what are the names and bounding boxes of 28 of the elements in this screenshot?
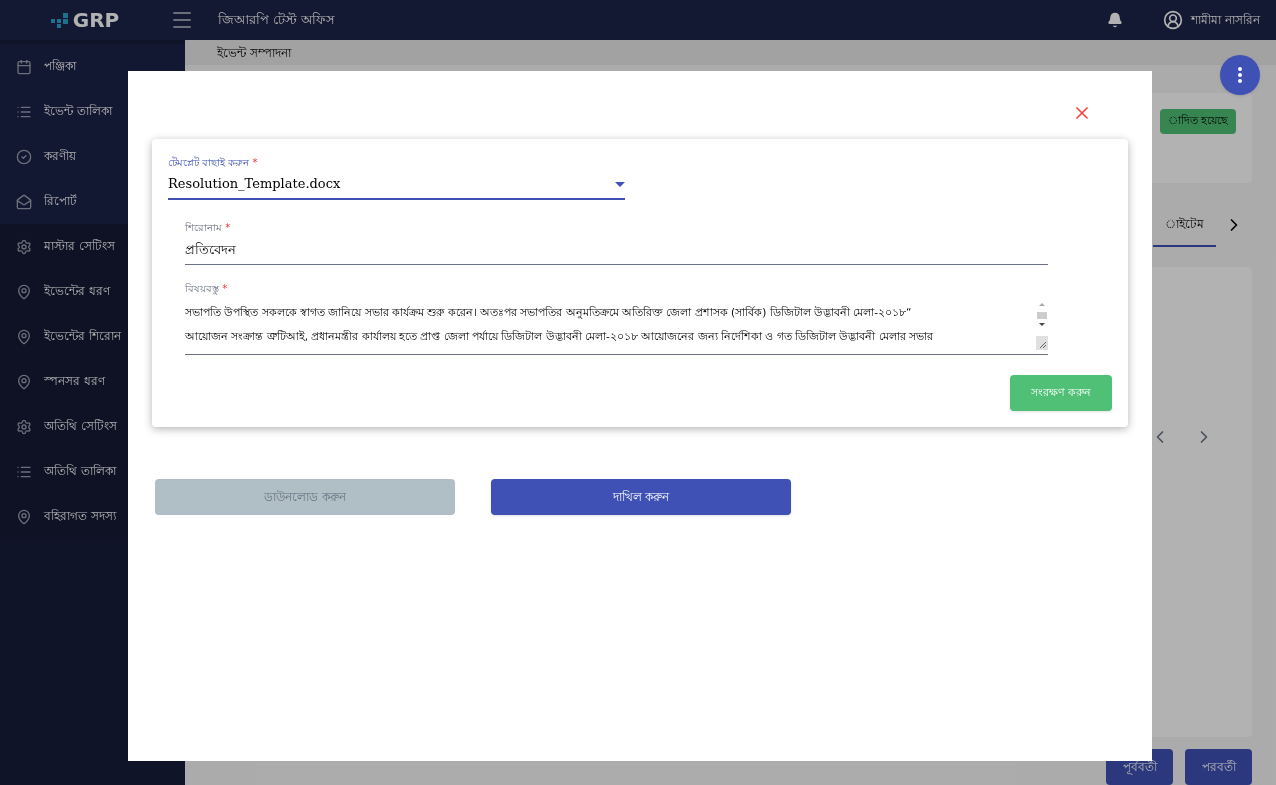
scrollbar-icon[interactable] (1036, 300, 1048, 350)
location-pin-icon (16, 373, 32, 390)
location-pin-icon (16, 283, 32, 300)
field-label: বিষয়বস্তু * (185, 282, 229, 296)
gear-icon (16, 418, 32, 435)
location-pin-icon (16, 328, 32, 345)
user-name: শামীমা নাসরিন (1191, 12, 1260, 29)
title-field[interactable]: প্রতিবেদন (185, 235, 1048, 265)
logo-icon (50, 11, 69, 29)
breadcrumb: ইভেন্ট সম্পাদনা (217, 44, 291, 62)
more-icon (1238, 67, 1242, 83)
action-button[interactable]: দাখিল করুন (491, 479, 791, 515)
logo-text: GRP (72, 7, 120, 34)
template-select[interactable]: Resolution_Template.docx (168, 170, 625, 200)
text-line: আয়োজন সংক্রান্ত ত্রুটিআই, প্রধানমন্ত্রীর কার্যালয় হতে প্রাপ্ত জেলা পর্যায়ে ডিজিটাল উদ্ভাবনী মেলা-২০১৮ আয়োজনের জন্য নির্দেশিকা ও গত ডিজিটাল উদ্ভাবনী মেলার সভার (185, 329, 934, 344)
bell-icon[interactable] (1107, 12, 1124, 28)
text-line: সভাপতি উপস্থিত সকলকে স্বাগত জানিয়ে সভার কার্যক্রম শুরু করেন। অতঃপর সভাপতির অনুমতিক্রমে অতিরিক্ত জেলা প্রশাসক (সার্বিক) ডিজিটাল উদ্ভাবনী মেলা-২০১৮“ (185, 305, 913, 321)
nav-button[interactable]: পরবর্তী (1185, 749, 1252, 785)
status-badge: াদিত হয়েছে (1159, 109, 1236, 134)
office-name: জিআরপি টেস্ট অফিস (218, 11, 336, 30)
user-avatar-icon[interactable] (1163, 10, 1184, 30)
gear-icon (16, 238, 32, 255)
dropdown-caret-icon (615, 181, 625, 187)
location-pin-icon (16, 508, 32, 525)
check-circle-icon (16, 148, 32, 165)
envelope-icon (16, 193, 32, 210)
calendar-icon (16, 58, 32, 75)
field-label: শিরোনাম * (185, 221, 232, 235)
